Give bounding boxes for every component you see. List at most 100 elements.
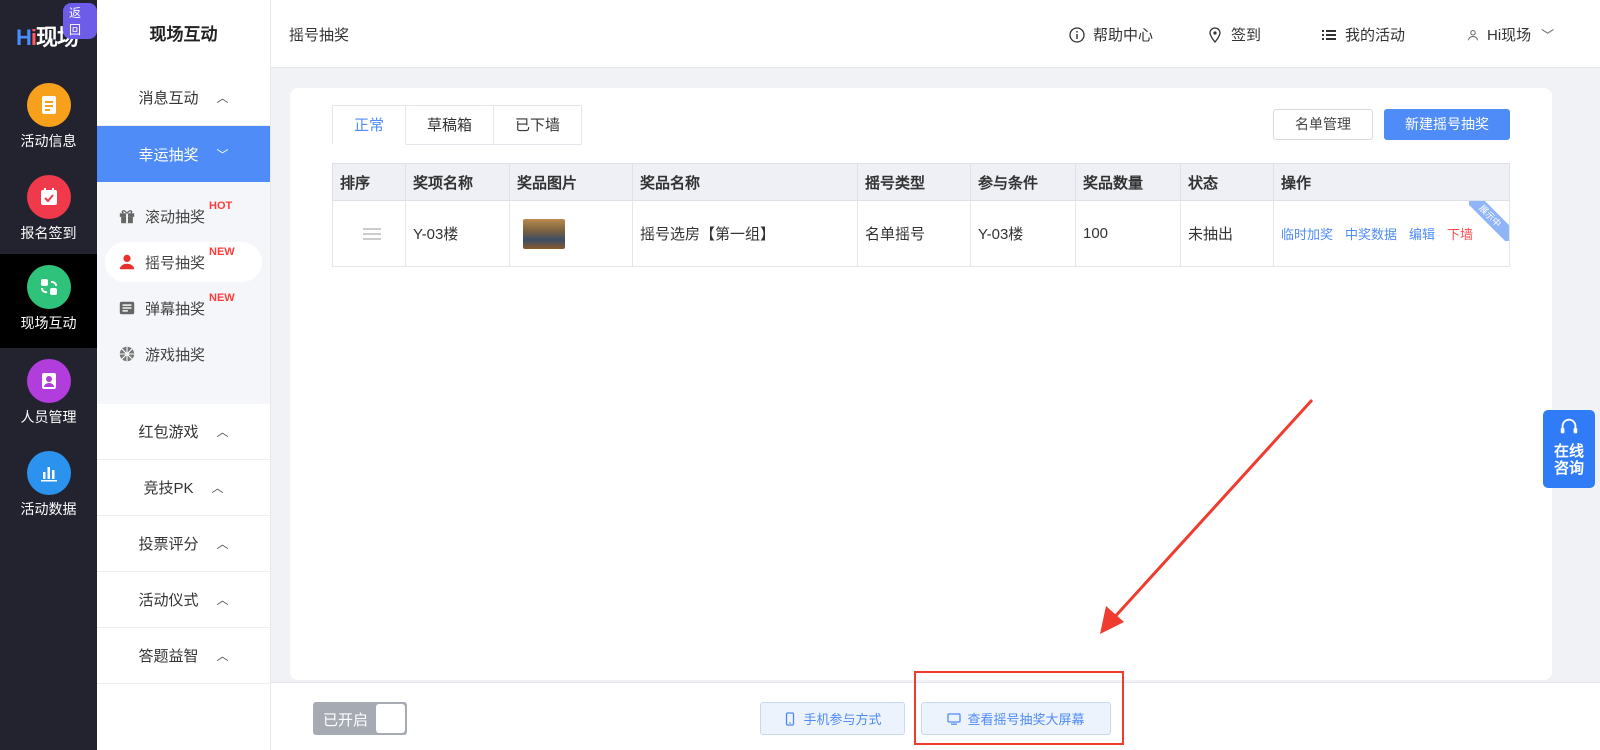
hot-tag: HOT bbox=[209, 200, 233, 212]
sidebar-group-redpacket[interactable]: 红包游戏 ︿ bbox=[97, 404, 270, 460]
sidebar-group-label: 消息互动 bbox=[138, 90, 199, 107]
chevron-up-icon: ︿ bbox=[216, 91, 229, 105]
bottom-bar: 已开启 手机参与方式 查看摇号抽奖大屏幕 bbox=[271, 682, 1600, 750]
wheel-icon bbox=[117, 344, 137, 364]
person-icon bbox=[117, 252, 137, 272]
tab-drafts[interactable]: 草稿箱 bbox=[406, 105, 495, 145]
column-header: 奖品数量 bbox=[1075, 163, 1181, 201]
calendar-check-icon bbox=[26, 175, 71, 219]
column-header: 奖项名称 bbox=[405, 163, 510, 201]
column-header: 奖品名称 bbox=[632, 163, 858, 201]
online-consult-button[interactable]: 在线 咨询 bbox=[1543, 410, 1595, 488]
interaction-icon bbox=[26, 265, 71, 309]
list-management-button[interactable]: 名单管理 bbox=[1273, 109, 1373, 140]
rail-item-signup[interactable]: 报名签到 bbox=[0, 164, 97, 258]
chevron-up-icon: ︿ bbox=[216, 593, 229, 607]
rail-label: 人员管理 bbox=[20, 409, 77, 425]
info-icon bbox=[1069, 26, 1085, 43]
sidebar-group-message[interactable]: 消息互动 ︿ bbox=[97, 70, 270, 126]
drag-handle-icon[interactable] bbox=[363, 227, 381, 240]
add-temp-prize-link[interactable]: 临时加奖 bbox=[1281, 227, 1333, 242]
status-tabs: 正常 草稿箱 已下墙 bbox=[332, 105, 583, 145]
my-activities-link[interactable]: 我的活动 bbox=[1321, 24, 1405, 45]
module-sidebar: 现场互动 消息互动 ︿ 幸运抽奖 ﹀ 滚动抽奖 HOT 摇号抽奖 NEW 弹幕抽… bbox=[97, 0, 271, 750]
bar-chart-icon bbox=[26, 451, 71, 495]
sidebar-group-label: 红包游戏 bbox=[138, 424, 199, 441]
gift-icon bbox=[117, 206, 137, 226]
checkin-link[interactable]: 签到 bbox=[1207, 24, 1261, 45]
location-pin-icon bbox=[1209, 26, 1221, 43]
operations-cell: 临时加奖 中奖数据 编辑 下墙 展示中 bbox=[1273, 200, 1510, 267]
chevron-up-icon: ︿ bbox=[216, 649, 229, 663]
chevron-up-icon: ︿ bbox=[216, 537, 229, 551]
prize-thumbnail[interactable] bbox=[523, 218, 565, 249]
tab-removed[interactable]: 已下墙 bbox=[494, 105, 583, 145]
column-header: 奖品图片 bbox=[509, 163, 633, 201]
sidebar-group-ceremony[interactable]: 活动仪式 ︿ bbox=[97, 572, 270, 628]
sidebar-item-barrage-draw[interactable]: 弹幕抽奖 NEW bbox=[105, 288, 262, 328]
list-icon bbox=[1322, 29, 1336, 40]
rail-label: 报名签到 bbox=[20, 225, 77, 241]
top-header: 摇号抽奖 帮助中心 签到 我的活动 Hi现场 ﹀ bbox=[271, 0, 1600, 68]
sidebar-item-label: 游戏抽奖 bbox=[145, 346, 206, 364]
consult-line2: 咨询 bbox=[1553, 460, 1584, 477]
headset-icon bbox=[1560, 418, 1578, 434]
column-header: 摇号类型 bbox=[857, 163, 971, 201]
sidebar-title: 现场互动 bbox=[149, 25, 218, 44]
winner-data-link[interactable]: 中奖数据 bbox=[1345, 227, 1397, 242]
new-tag: NEW bbox=[209, 292, 235, 304]
column-header: 操作 bbox=[1273, 163, 1510, 201]
showing-ribbon: 展示中 bbox=[1469, 201, 1509, 241]
table-header-row: 排序 奖项名称 奖品图片 奖品名称 摇号类型 参与条件 奖品数量 状态 操作 bbox=[332, 163, 1510, 201]
enabled-toggle[interactable]: 已开启 bbox=[313, 702, 407, 735]
new-lottery-button[interactable]: 新建摇号抽奖 bbox=[1384, 109, 1510, 140]
prize-table: 排序 奖项名称 奖品图片 奖品名称 摇号类型 参与条件 奖品数量 状态 操作 Y… bbox=[332, 163, 1510, 267]
column-header: 排序 bbox=[332, 163, 406, 201]
rail-label: 活动数据 bbox=[20, 501, 77, 517]
sidebar-group-label: 投票评分 bbox=[138, 536, 199, 553]
sort-cell bbox=[332, 200, 406, 267]
barrage-icon bbox=[117, 298, 137, 318]
chevron-down-icon: ﹀ bbox=[1541, 28, 1555, 43]
phone-icon bbox=[786, 711, 795, 726]
sidebar-group-pk[interactable]: 竞技PK ︿ bbox=[97, 460, 270, 516]
sidebar-group-label: 活动仪式 bbox=[138, 592, 199, 609]
new-tag: NEW bbox=[209, 246, 235, 258]
view-big-screen-button[interactable]: 查看摇号抽奖大屏幕 bbox=[921, 702, 1111, 735]
rail-item-people[interactable]: 人员管理 bbox=[0, 348, 97, 442]
lucky-draw-submenu: 滚动抽奖 HOT 摇号抽奖 NEW 弹幕抽奖 NEW 游戏抽奖 bbox=[97, 182, 270, 404]
consult-line1: 在线 bbox=[1553, 443, 1584, 460]
monitor-icon bbox=[947, 712, 962, 725]
condition-cell: Y-03楼 bbox=[970, 200, 1076, 267]
sidebar-group-quiz[interactable]: 答题益智 ︿ bbox=[97, 628, 270, 684]
sidebar-item-scroll-draw[interactable]: 滚动抽奖 HOT bbox=[105, 196, 262, 236]
breadcrumb: 摇号抽奖 bbox=[289, 27, 350, 44]
help-center-label: 帮助中心 bbox=[1093, 27, 1154, 44]
rail-item-activity-info[interactable]: 活动信息 bbox=[0, 72, 97, 166]
edit-link[interactable]: 编辑 bbox=[1409, 227, 1435, 242]
sidebar-group-lucky-draw[interactable]: 幸运抽奖 ﹀ bbox=[97, 126, 270, 182]
prize-image-cell bbox=[509, 200, 633, 267]
back-badge[interactable]: 返回 bbox=[63, 3, 97, 39]
ribbon-label: 展示中 bbox=[1469, 201, 1509, 241]
prize-name-cell: 摇号选房【第一组】 bbox=[632, 200, 858, 267]
sidebar-group-label: 答题益智 bbox=[138, 648, 199, 665]
rail-item-live-interaction[interactable]: 现场互动 bbox=[0, 254, 97, 348]
app-rail: Hi现场 返回 活动信息 报名签到 现场互动 人员管理 活动数据 bbox=[0, 0, 97, 750]
sidebar-group-voting[interactable]: 投票评分 ︿ bbox=[97, 516, 270, 572]
user-name: Hi现场 bbox=[1487, 27, 1532, 44]
sidebar-group-label: 幸运抽奖 bbox=[138, 146, 199, 164]
mobile-participation-button[interactable]: 手机参与方式 bbox=[760, 702, 905, 735]
document-icon bbox=[26, 83, 71, 127]
toggle-label: 已开启 bbox=[323, 712, 369, 729]
help-center-link[interactable]: 帮助中心 bbox=[1069, 24, 1153, 45]
chevron-down-icon: ﹀ bbox=[216, 147, 229, 162]
rail-item-data[interactable]: 活动数据 bbox=[0, 440, 97, 534]
user-icon bbox=[1468, 29, 1478, 40]
chevron-up-icon: ︿ bbox=[211, 481, 224, 495]
checkin-label: 签到 bbox=[1231, 27, 1262, 44]
sidebar-item-lottery-draw[interactable]: 摇号抽奖 NEW bbox=[105, 242, 262, 282]
user-menu[interactable]: Hi现场 ﹀ bbox=[1467, 24, 1554, 45]
tab-normal[interactable]: 正常 bbox=[332, 105, 407, 145]
sidebar-item-game-draw[interactable]: 游戏抽奖 bbox=[105, 334, 262, 374]
